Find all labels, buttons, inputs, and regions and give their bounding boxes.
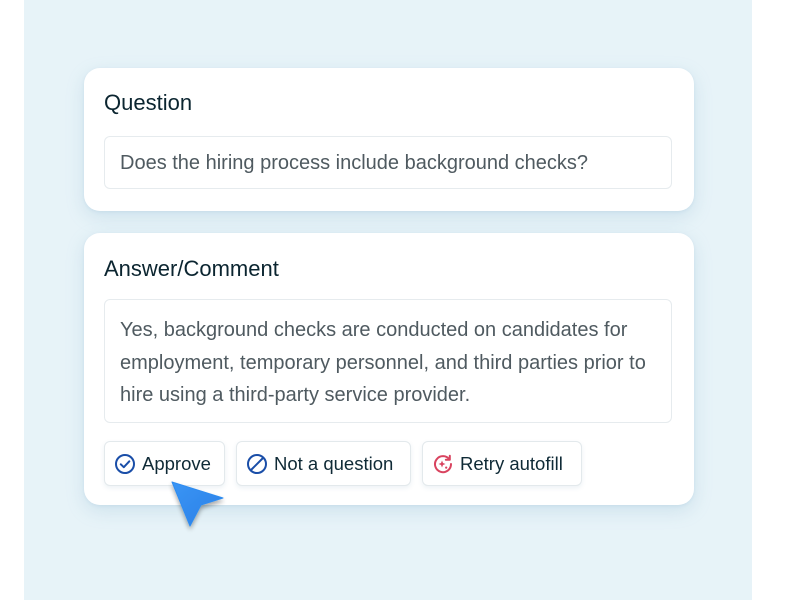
retry-autofill-button[interactable]: Retry autofill [422,441,582,486]
answer-title: Answer/Comment [104,256,279,281]
check-circle-icon [114,453,136,475]
question-field[interactable]: Does the hiring process include backgrou… [104,136,672,189]
question-card: Question Does the hiring process include… [84,68,694,211]
answer-card: Answer/Comment Yes, background checks ar… [84,233,694,505]
approve-label: Approve [142,452,211,474]
sparkle-retry-icon [432,453,454,475]
question-title: Question [104,90,193,115]
retry-autofill-label: Retry autofill [460,452,563,474]
not-a-question-label: Not a question [274,452,394,474]
cursor-pointer-icon [168,474,228,534]
ban-icon [246,453,268,475]
answer-field[interactable]: Yes, background checks are conducted on … [104,299,672,423]
not-a-question-button[interactable]: Not a question [236,441,411,486]
